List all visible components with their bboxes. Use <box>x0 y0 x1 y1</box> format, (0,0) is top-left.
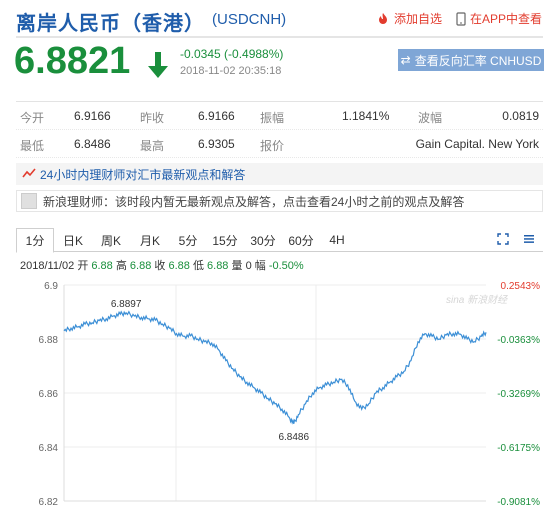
tab-60min[interactable]: 60分 <box>282 228 320 252</box>
quote-source-label: 报价 <box>260 139 285 153</box>
low-label: 最低 <box>20 139 45 153</box>
amplitude-label: 振幅 <box>260 111 285 125</box>
tab-weekly-k[interactable]: 周K <box>92 228 130 252</box>
annotation-label: 6.8897 <box>111 299 142 310</box>
open-label: 今开 <box>20 111 45 125</box>
low-value: 6.8486 <box>74 137 111 151</box>
status-low-label: 低 <box>192 260 204 272</box>
chart-status-line: 2018/11/02 开 6.88 高 6.88 收 6.88 低 6.88 量… <box>20 257 304 273</box>
right-tick-label: -0.0363% <box>497 335 540 346</box>
quote-source-value: Gain Capital. New York <box>415 137 539 151</box>
advisor-message[interactable]: 新浪理财师：该时段内暂无最新观点及解答，点击查看24小时之前的观点及解答 <box>16 190 543 212</box>
status-high: 6.88 <box>129 260 152 272</box>
status-close-label: 收 <box>154 260 166 272</box>
right-tick-label: -0.9081% <box>497 497 540 507</box>
annotation-label: 6.8486 <box>278 432 309 443</box>
tab-5min[interactable]: 5分 <box>170 228 206 252</box>
quote-time: 2018-11-02 20:35:18 <box>180 65 282 77</box>
notice-text: 24小时内理财师对汇市最新观点和解答 <box>40 167 246 182</box>
y-tick-label: 6.86 <box>39 389 59 400</box>
table-row: 最低 6.8486 最高 6.9305 报价 Gain Capital. New… <box>16 130 543 158</box>
range-value: 0.0819 <box>502 109 539 123</box>
add-watchlist-label: 添加自选 <box>394 12 443 26</box>
tab-15min[interactable]: 15分 <box>206 228 244 252</box>
price-change: -0.0345 (-0.4988%) <box>180 47 284 61</box>
status-open: 6.88 <box>91 260 113 272</box>
phone-icon <box>456 11 466 26</box>
amplitude-value: 1.1841% <box>342 109 390 123</box>
table-row: 今开 6.9166 昨收 6.9166 振幅 1.1841% 波幅 0.0819 <box>16 102 543 130</box>
tab-monthly-k[interactable]: 月K <box>130 228 170 252</box>
y-tick-label: 6.88 <box>39 335 59 346</box>
status-vol: 0 <box>245 260 252 272</box>
header: 离岸人民币（香港） (USDCNH) 添加自选 在APP中查看 <box>0 0 550 36</box>
current-price: 6.8821 <box>14 40 131 82</box>
avatar <box>21 193 37 209</box>
currency-code: (USDCNH) <box>212 11 287 28</box>
advisor-notice-link[interactable]: 24小时内理财师对汇市最新观点和解答 <box>16 163 543 185</box>
tab-4h[interactable]: 4H <box>320 228 354 252</box>
chart-tools <box>497 232 535 250</box>
reverse-rate-label: 查看反向汇率 CNHUSD <box>414 53 542 68</box>
right-tick-label: -0.6175% <box>497 443 540 454</box>
reverse-rate-button[interactable]: ⇄ 查看反向汇率 CNHUSD <box>398 49 544 71</box>
range-label: 波幅 <box>418 111 443 125</box>
right-tick-label: 0.2543% <box>501 281 541 292</box>
tab-1min[interactable]: 1分 <box>16 228 54 253</box>
flame-icon <box>376 12 390 25</box>
settings-icon[interactable] <box>523 232 535 250</box>
swap-icon: ⇄ <box>400 53 411 67</box>
watermark: sina 新浪财经 <box>446 294 508 306</box>
trend-icon <box>22 167 36 182</box>
fullscreen-icon[interactable] <box>497 232 509 250</box>
high-label: 最高 <box>140 139 165 153</box>
intraday-chart[interactable]: 6.9 0.2543% 6.88 -0.0363% 6.86 -0.3269% 6.84 -0… <box>16 273 543 507</box>
y-tick-label: 6.84 <box>39 443 59 454</box>
high-value: 6.9305 <box>198 137 235 151</box>
status-amp-label: 幅 <box>254 260 266 272</box>
open-value: 6.9166 <box>74 109 111 123</box>
status-low: 6.88 <box>207 260 229 272</box>
right-tick-label: -0.3269% <box>497 389 540 400</box>
y-tick-label: 6.82 <box>39 497 59 507</box>
view-in-app-label: 在APP中查看 <box>470 12 543 26</box>
status-vol-label: 量 <box>231 260 243 272</box>
advisor-text: 新浪理财师：该时段内暂无最新观点及解答，点击查看24小时之前的观点及解答 <box>43 194 465 209</box>
y-tick-label: 6.9 <box>44 281 58 292</box>
status-amp: -0.50% <box>268 260 304 272</box>
divider <box>16 36 543 38</box>
add-watchlist-button[interactable]: 添加自选 <box>376 10 442 27</box>
prev-close-label: 昨收 <box>140 111 165 125</box>
tab-daily-k[interactable]: 日K <box>54 228 92 252</box>
chart-period-tabs: 1分 日K 周K 月K 5分 15分 30分 60分 4H <box>16 228 543 253</box>
prev-close-value: 6.9166 <box>198 109 235 123</box>
status-open-label: 开 <box>77 260 89 272</box>
tab-30min[interactable]: 30分 <box>244 228 282 252</box>
status-date: 2018/11/02 <box>20 260 75 272</box>
status-close: 6.88 <box>168 260 190 272</box>
down-arrow-icon <box>145 50 171 85</box>
quote-table: 今开 6.9166 昨收 6.9166 振幅 1.1841% 波幅 0.0819… <box>16 101 543 158</box>
status-high-label: 高 <box>115 260 127 272</box>
price-line <box>63 310 487 425</box>
view-in-app-button[interactable]: 在APP中查看 <box>456 10 542 27</box>
page-title: 离岸人民币（香港） <box>16 11 205 35</box>
